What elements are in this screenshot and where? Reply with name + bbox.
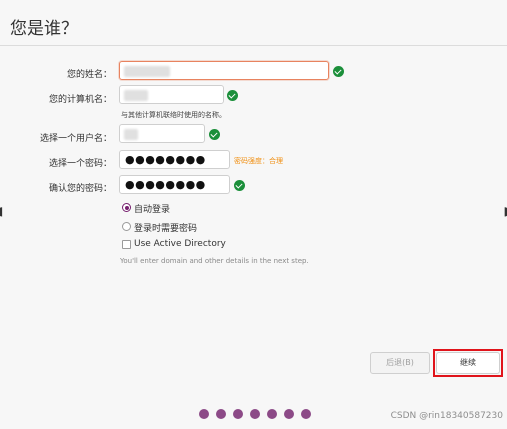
- require-password-radio[interactable]: [122, 222, 131, 231]
- active-directory-label[interactable]: Use Active Directory: [134, 239, 226, 249]
- name-label: 您的姓名：: [66, 70, 112, 80]
- highlight-annotation-box: [433, 349, 503, 377]
- confirm-password-label: 确认您的密码：: [48, 184, 112, 194]
- computer-name-label: 您的计算机名：: [48, 95, 112, 105]
- confirm-password-value: ●●●●●●●●: [125, 178, 206, 191]
- name-valid-check-icon: [333, 66, 344, 77]
- computer-name-value-redacted: [124, 90, 148, 101]
- username-label: 选择一个用户名：: [39, 134, 112, 144]
- progress-dot: [250, 409, 260, 419]
- username-valid-check-icon: [209, 129, 220, 140]
- username-value-redacted: [124, 129, 138, 140]
- confirm-password-field[interactable]: ●●●●●●●●: [119, 175, 230, 194]
- active-directory-hint: You'll enter domain and other details in…: [120, 257, 309, 265]
- progress-dot: [216, 409, 226, 419]
- active-directory-checkbox[interactable]: [122, 240, 131, 249]
- name-value-redacted: [124, 66, 170, 77]
- progress-dot: [267, 409, 277, 419]
- progress-dot: [233, 409, 243, 419]
- watermark-text: CSDN @rin18340587230: [390, 411, 503, 421]
- computer-name-field[interactable]: [119, 85, 224, 104]
- page-title: 您是谁？: [10, 19, 78, 39]
- progress-dot: [284, 409, 294, 419]
- back-button[interactable]: 后退(B): [370, 352, 430, 374]
- password-value: ●●●●●●●●: [125, 153, 206, 166]
- confirm-password-valid-check-icon: [234, 180, 245, 191]
- username-field[interactable]: [119, 124, 205, 143]
- password-label: 选择一个密码：: [48, 159, 112, 169]
- header-bar: 您是谁？: [0, 0, 507, 46]
- name-field[interactable]: [119, 61, 329, 80]
- password-strength-text: 密码强度：合理: [234, 157, 283, 165]
- left-edge-icon: ◖: [0, 204, 4, 218]
- password-field[interactable]: ●●●●●●●●: [119, 150, 230, 169]
- computer-name-hint: 与其他计算机联络时使用的名称。: [121, 111, 226, 119]
- progress-dot: [199, 409, 209, 419]
- auto-login-radio[interactable]: [122, 203, 131, 212]
- computer-name-valid-check-icon: [227, 90, 238, 101]
- require-password-label[interactable]: 登录时需要密码: [134, 221, 197, 234]
- auto-login-label[interactable]: 自动登录: [134, 202, 170, 215]
- progress-dot: [301, 409, 311, 419]
